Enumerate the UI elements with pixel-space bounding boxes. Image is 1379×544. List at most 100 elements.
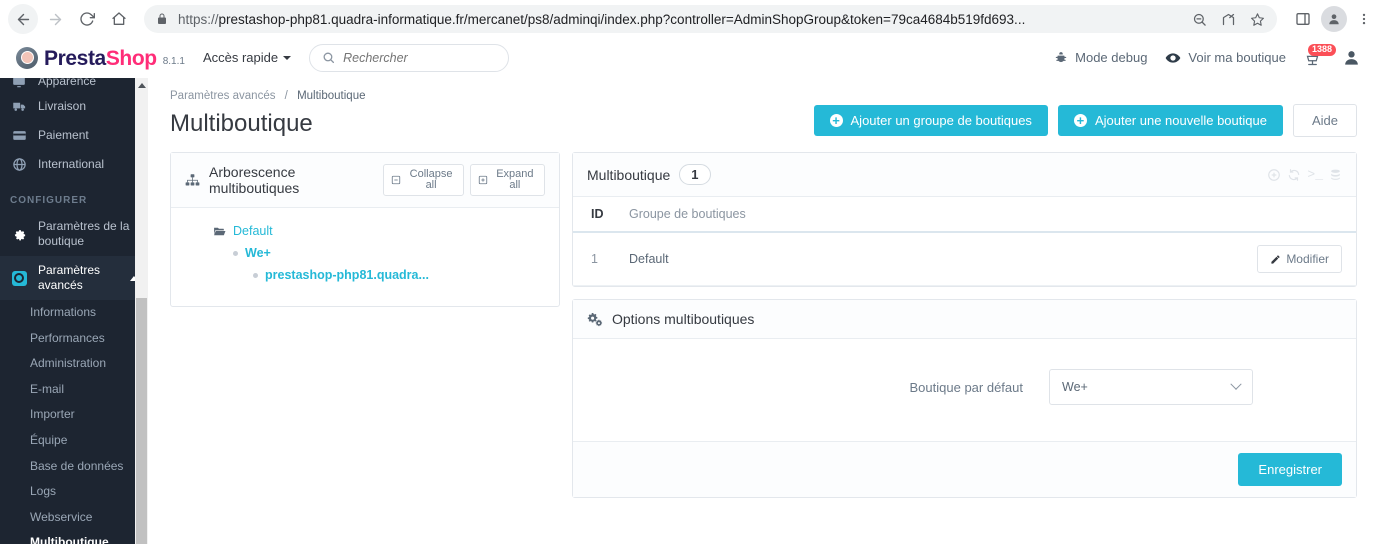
quick-access-menu[interactable]: Accès rapide [202, 50, 292, 65]
breadcrumb-parent[interactable]: Paramètres avancés [170, 90, 275, 102]
cell-group-name: Default [621, 232, 1029, 286]
sidebar-item-apparence[interactable]: Apparence [0, 78, 148, 92]
scrollbar-thumb[interactable] [136, 298, 147, 544]
terminal-icon[interactable]: >_ [1307, 167, 1323, 182]
edit-button[interactable]: Modifier [1257, 245, 1342, 273]
default-shop-value: We+ [1062, 380, 1088, 394]
tree-node-label[interactable]: Default [233, 224, 273, 238]
sidebar-item-webservice[interactable]: Webservice [0, 505, 148, 531]
cell-actions: Modifier [1028, 232, 1356, 286]
refresh-icon[interactable] [1287, 168, 1301, 182]
breadcrumb: Paramètres avancés / Multiboutique [170, 90, 365, 102]
sidebar-item-livraison[interactable]: Livraison [0, 92, 148, 121]
side-panel-icon[interactable] [1295, 11, 1311, 27]
folder-open-icon [213, 225, 226, 238]
record-count-badge: 1 [679, 164, 711, 185]
back-button[interactable] [8, 4, 38, 34]
bookmark-star-icon[interactable] [1250, 12, 1265, 27]
sidebar-item-base-de-donnees[interactable]: Base de données [0, 454, 148, 480]
forward-button[interactable] [40, 4, 70, 34]
plus-square-icon [478, 175, 488, 185]
sidebar-item-multiboutique[interactable]: Multiboutique [0, 530, 148, 544]
advanced-settings-icon [10, 270, 28, 286]
column-header-actions [1028, 197, 1356, 233]
column-header-group: Groupe de boutiques [621, 197, 1029, 233]
right-column: Multiboutique 1 >_ ID Groupe de boutique… [572, 152, 1357, 510]
table-row[interactable]: 1 Default Modifier [573, 232, 1356, 286]
globe-icon [10, 157, 28, 172]
expand-all-button[interactable]: Expand all [469, 164, 545, 196]
view-shop-label: Voir ma boutique [1188, 50, 1286, 65]
browser-right-actions [1287, 6, 1371, 32]
profile-avatar-icon[interactable] [1321, 6, 1347, 32]
sitemap-icon [185, 173, 200, 188]
database-icon[interactable] [1329, 168, 1342, 182]
sidebar-item-logs[interactable]: Logs [0, 479, 148, 505]
add-new-shop-label: Ajouter une nouvelle boutique [1094, 113, 1267, 128]
sidebar-section-configurer: CONFIGURER [10, 195, 88, 206]
default-shop-label: Boutique par défaut [909, 379, 1023, 395]
sidebar-item-performances[interactable]: Performances [0, 326, 148, 352]
tree-node-label[interactable]: prestashop-php81.quadra... [265, 268, 429, 282]
quick-access-label: Accès rapide [202, 50, 279, 65]
tree-node-shop[interactable]: prestashop-php81.quadra... [187, 264, 543, 286]
bullet-dot-icon [233, 250, 238, 256]
view-shop-button[interactable]: Voir ma boutique [1165, 50, 1286, 66]
sidebar-item-importer[interactable]: Importer [0, 402, 148, 428]
search-icon [322, 51, 335, 64]
help-button[interactable]: Aide [1292, 104, 1357, 137]
prestashop-logo[interactable]: PrestaShop 8.1.1 [16, 46, 185, 70]
tree-node-group[interactable]: We+ [187, 242, 543, 264]
sidebar-item-advanced-parameters[interactable]: Paramètres avancés [0, 256, 148, 300]
sidebar-scrollbar[interactable] [135, 78, 148, 544]
app-shell: Apparence Livraison Paiement Internation… [0, 78, 1379, 544]
sidebar-item-shop-parameters[interactable]: Paramètres de la boutique [0, 212, 148, 256]
sidebar-item-equipe[interactable]: Équipe [0, 428, 148, 454]
page-title: Multiboutique [170, 110, 313, 137]
cell-id: 1 [573, 232, 621, 286]
default-shop-select[interactable]: We+ [1049, 369, 1253, 405]
cart-badge: 1388 [1308, 44, 1337, 56]
shop-group-table-wrap: ID Groupe de boutiques 1 Default Modifie… [573, 197, 1356, 286]
search-input[interactable] [343, 50, 497, 65]
sidebar-item-paiement[interactable]: Paiement [0, 121, 148, 150]
tree-panel-title: Arborescence multiboutiques [209, 164, 300, 196]
plus-circle-icon[interactable] [1267, 168, 1281, 182]
credit-card-icon [10, 128, 28, 143]
home-button[interactable] [104, 4, 134, 34]
share-icon[interactable] [1221, 12, 1236, 27]
zoom-out-icon[interactable] [1192, 12, 1207, 27]
sidebar-item-email[interactable]: E-mail [0, 377, 148, 403]
sidebar-item-international[interactable]: International [0, 150, 148, 179]
three-dot-menu-icon[interactable] [1357, 11, 1371, 27]
sidebar-item-administration[interactable]: Administration [0, 351, 148, 377]
options-panel-footer: Enregistrer [573, 441, 1356, 497]
list-panel-title: Multiboutique [587, 166, 671, 183]
tree-node-root[interactable]: Default [187, 220, 543, 242]
reload-button[interactable] [72, 4, 102, 34]
sidebar-item-informations[interactable]: Informations [0, 300, 148, 326]
add-shop-group-button[interactable]: + Ajouter un groupe de boutiques [813, 105, 1048, 136]
chevron-down-icon [1230, 378, 1242, 390]
options-panel: Options multiboutiques Boutique par défa… [572, 299, 1357, 498]
collapse-all-button[interactable]: Collapse all [383, 164, 464, 196]
plus-circle-icon: + [829, 114, 843, 127]
header-search[interactable] [309, 43, 510, 72]
browser-toolbar: https://prestashop-php81.quadra-informat… [0, 0, 1379, 38]
breadcrumb-separator: / [284, 90, 288, 102]
sidebar-item-label: Paramètres de la boutique [38, 219, 130, 248]
tree-node-label[interactable]: We+ [245, 246, 271, 260]
debug-mode-button[interactable]: Mode debug [1054, 50, 1147, 65]
add-new-shop-button[interactable]: + Ajouter une nouvelle boutique [1057, 105, 1283, 136]
prestashop-logo-text: PrestaShop [44, 46, 157, 70]
shop-tree: Default We+ prestashop-php81.quadra... [171, 208, 559, 306]
cart-button[interactable]: 1388 [1304, 44, 1337, 67]
scroll-up-arrow-icon[interactable] [135, 78, 148, 92]
page-header: Paramètres avancés / Multiboutique Multi… [148, 78, 1379, 138]
shop-group-list-panel: Multiboutique 1 >_ ID Groupe de boutique… [572, 152, 1357, 287]
address-bar[interactable]: https://prestashop-php81.quadra-informat… [144, 5, 1277, 33]
help-label: Aide [1311, 113, 1338, 128]
save-button[interactable]: Enregistrer [1238, 453, 1342, 486]
sidebar-item-label: International [38, 157, 105, 171]
user-avatar[interactable] [1339, 46, 1363, 70]
